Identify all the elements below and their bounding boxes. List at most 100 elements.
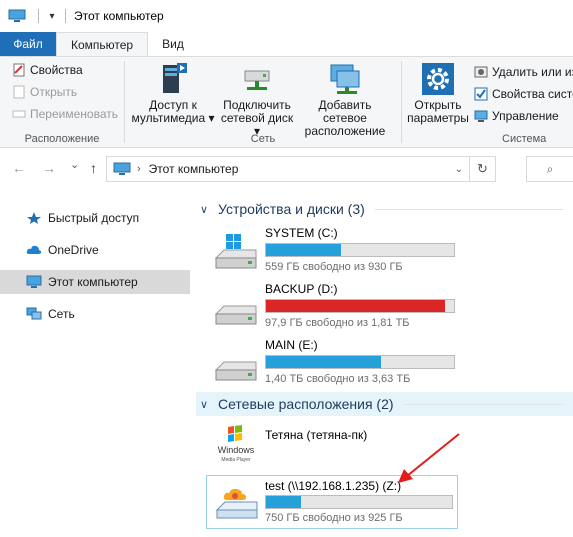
system-properties-label: Свойства систе [492,87,573,101]
open-settings-button[interactable]: Открыть параметры [406,61,470,125]
media-icon-text-1: Windows [218,445,255,455]
chevron-down-icon: ∨ [200,203,209,216]
quick-access-dropdown[interactable]: ▾ [45,11,59,22]
section-title: Сетевые расположения (2) [218,396,394,412]
drive-name: SYSTEM (C:) [265,226,338,240]
computer-icon [113,162,131,175]
drive-name: BACKUP (D:) [265,282,338,296]
group-label-location: Расположение [24,133,100,145]
group-label-system: Система [502,133,547,145]
uninstall-label: Удалить или из [492,65,573,79]
tab-view[interactable]: Вид [148,32,198,56]
ribbon-tabs: Файл Компьютер Вид [0,32,573,56]
cloud-icon [26,245,42,254]
divider [38,9,39,23]
properties-label: Свойства [30,63,83,77]
usage-fill [266,300,445,312]
nav-item-quick-access[interactable]: Быстрый доступ [0,206,190,230]
hard-drive-icon [214,305,257,325]
forward-button[interactable]: → [42,160,56,176]
address-bar[interactable]: › Этот компьютер ⌄ ↻ [106,156,496,182]
divider [65,9,66,23]
search-icon: ⌕ [546,161,554,176]
refresh-button[interactable]: ↻ [469,157,495,181]
recent-dropdown[interactable]: ⌄ [70,158,79,171]
system-properties-button[interactable]: Свойства систе [474,87,573,101]
open-button[interactable]: Открыть [12,85,77,99]
ribbon-group-network: Доступ к мультимедиа ▾ Подключить сетево… [125,57,401,148]
network-icon [26,307,42,320]
up-button[interactable]: ↑ [90,160,97,176]
title-bar: ▾ Этот компьютер [0,0,573,32]
section-header-devices[interactable]: ∨ Устройства и диски (3) [196,197,573,221]
rename-button[interactable]: Переименовать [12,107,118,121]
nav-item-onedrive[interactable]: OneDrive [0,238,190,262]
usage-bar [265,495,453,509]
usage-bar [265,299,455,313]
open-settings-label-2: параметры [407,111,469,125]
usage-fill [266,496,302,508]
back-button[interactable]: ← [12,160,26,176]
media-icon-text-2: Media Player [221,457,251,463]
manage-icon [474,110,488,122]
nav-item-label: Этот компьютер [48,275,138,289]
properties-button[interactable]: Свойства [12,63,83,77]
nav-item-this-pc[interactable]: Этот компьютер [0,270,190,294]
uninstall-button[interactable]: Удалить или из [474,65,573,79]
manage-label: Управление [492,109,559,123]
nav-item-network[interactable]: Сеть [0,302,190,326]
media-access-button[interactable]: Доступ к мультимедиа ▾ [131,61,215,125]
ribbon-group-system: Открыть параметры Удалить или из Свойств… [402,57,573,148]
usage-bar [265,355,455,369]
address-row: ← → ⌄ ↑ › Этот компьютер ⌄ ↻ ⌕ [0,148,573,190]
add-location-label-1: Добавить сетевое [318,98,372,125]
network-share-icon [215,488,258,519]
map-drive-button[interactable]: Подключить сетевой диск ▾ [217,61,297,138]
manage-button[interactable]: Управление [474,109,559,123]
divider [403,403,563,405]
drive-free-space: 97,9 ГБ свободно из 1,81 ТБ [265,317,410,329]
drive-name: MAIN (E:) [265,338,318,352]
system-drive-icon [214,234,257,269]
network-drive-icon [244,70,270,90]
drive-name: test (\\192.168.1.235) (Z:) [265,479,402,493]
navigation-pane: Быстрый доступ OneDrive Этот компьютер С… [0,190,190,537]
star-icon [27,212,41,224]
computer-icon [26,275,42,288]
chevron-right-icon: › [137,163,141,175]
drive-item-c[interactable]: SYSTEM (C:) 559 ГБ свободно из 930 ГБ [212,226,460,276]
section-header-network-locations[interactable]: ∨ Сетевые расположения (2) [196,392,573,416]
properties-icon [13,63,25,77]
drive-item-e[interactable]: MAIN (E:) 1,40 ТБ свободно из 3,63 ТБ [212,338,460,388]
check-icon [474,87,488,101]
search-box[interactable]: ⌕ [526,156,573,182]
media-server-icon [163,63,187,93]
computer-icon [8,9,26,22]
window-title: Этот компьютер [74,9,164,23]
drive-item-d[interactable]: BACKUP (D:) 97,9 ГБ свободно из 1,81 ТБ [212,282,460,332]
add-network-location-button[interactable]: Добавить сетевое расположение [295,61,395,138]
tab-computer[interactable]: Компьютер [56,32,149,56]
group-label-network: Сеть [250,133,276,145]
usage-bar [265,243,455,257]
tab-file[interactable]: Файл [0,32,56,56]
address-path: Этот компьютер [148,162,239,176]
chevron-down-icon[interactable]: ⌄ [455,164,463,175]
network-location-icon [330,64,360,94]
rename-label: Переименовать [30,107,118,121]
ribbon-group-location: Свойства Открыть Переименовать Расположе… [0,57,124,148]
nav-item-label: OneDrive [48,243,99,257]
uninstall-icon [474,66,488,78]
location-name: Тетяна (тетяна-пк) [265,428,368,442]
drive-free-space: 1,40 ТБ свободно из 3,63 ТБ [265,373,411,385]
drive-free-space: 750 ГБ свободно из 925 ГБ [265,512,403,524]
rename-icon [12,110,26,118]
gear-icon [422,63,454,95]
ribbon: Свойства Открыть Переименовать Расположе… [0,56,573,148]
section-title: Устройства и диски (3) [218,201,365,217]
open-icon [13,85,25,99]
nav-item-label: Быстрый доступ [48,211,140,225]
drive-free-space: 559 ГБ свободно из 930 ГБ [265,261,403,273]
open-label: Открыть [30,85,78,99]
divider [374,208,563,210]
